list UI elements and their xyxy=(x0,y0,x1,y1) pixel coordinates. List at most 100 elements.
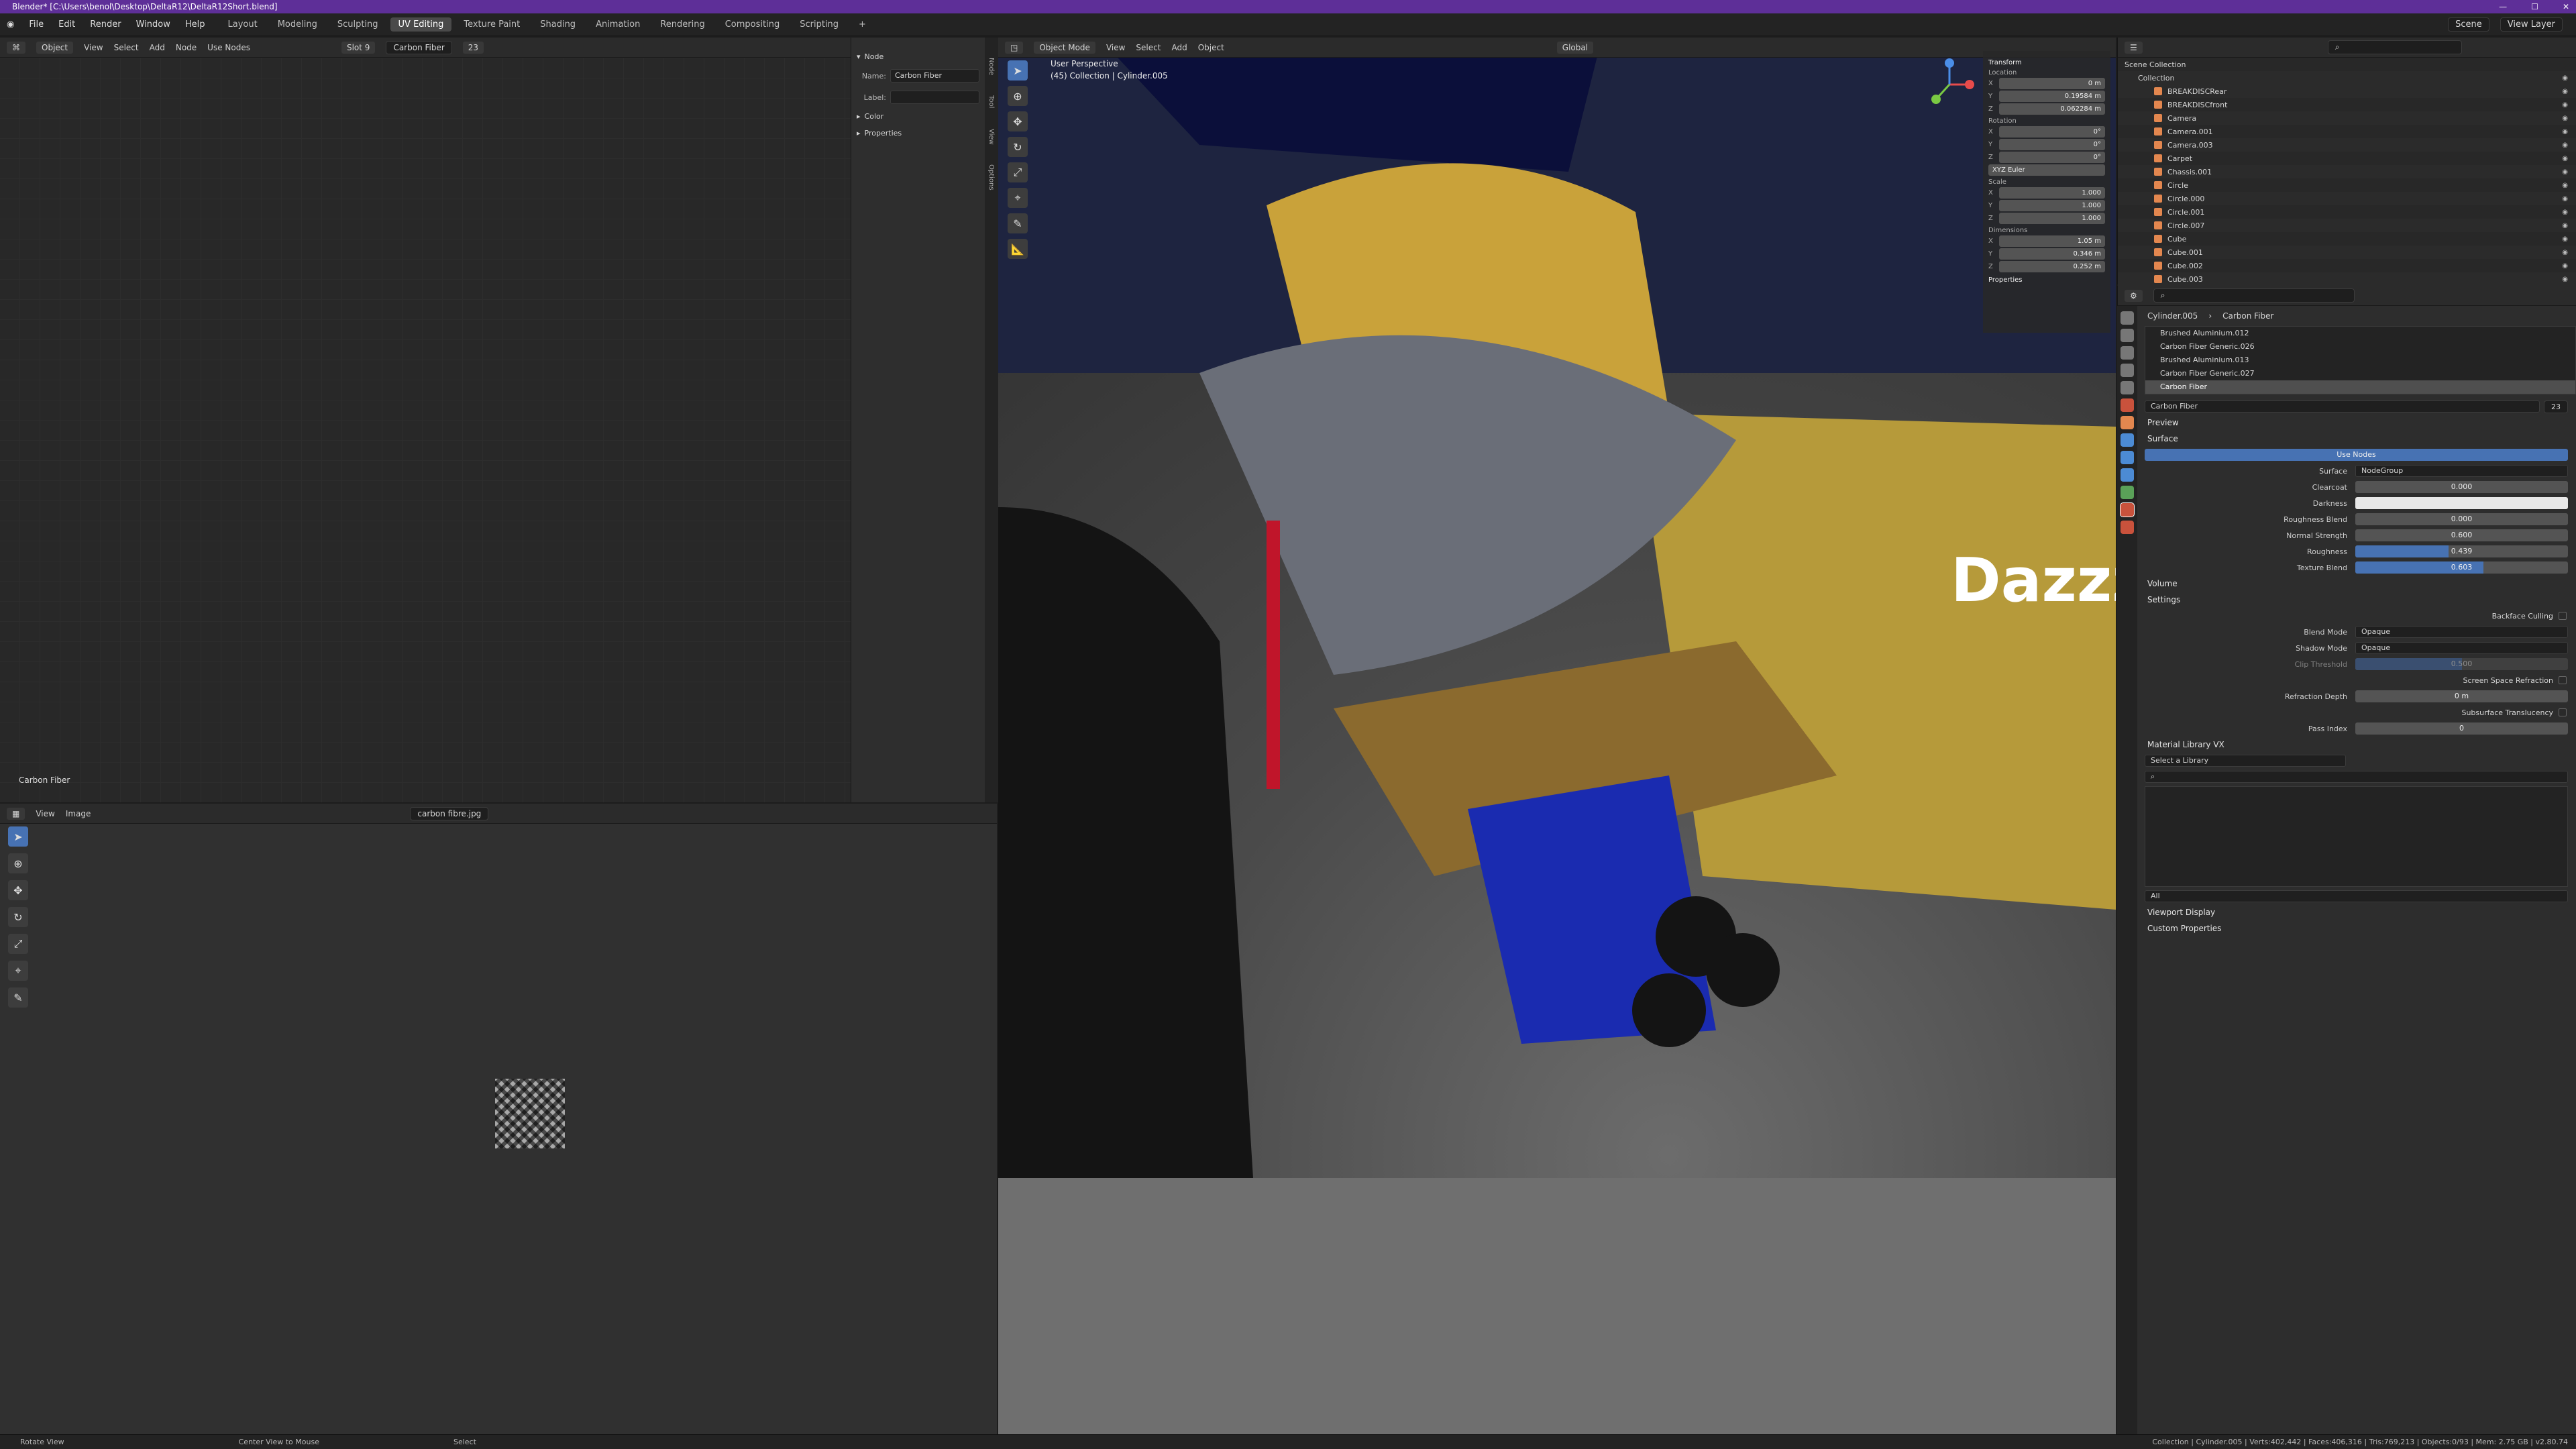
y-axis-handle[interactable] xyxy=(1931,95,1941,104)
material-users-count[interactable]: 23 xyxy=(462,41,484,54)
tab-view[interactable]: View xyxy=(987,129,995,145)
outliner-object-row[interactable]: Cube ◉ xyxy=(2118,232,2576,246)
tab-shading[interactable]: Shading xyxy=(532,17,584,32)
tab-tool[interactable]: Tool xyxy=(987,95,995,108)
outliner-search-input[interactable]: ⌕ xyxy=(2327,40,2462,54)
menu-select[interactable]: Select xyxy=(1136,43,1161,52)
tab-uv-editing[interactable]: UV Editing xyxy=(390,17,452,32)
scale-z-field[interactable]: 1.000 xyxy=(1999,213,2105,224)
visibility-eye-icon[interactable]: ◉ xyxy=(2562,115,2568,122)
custom-properties-panel-header[interactable]: Custom Properties xyxy=(2141,920,2576,936)
tab-options[interactable]: Options xyxy=(987,164,995,191)
visibility-eye-icon[interactable]: ◉ xyxy=(2562,222,2568,229)
tab-compositing[interactable]: Compositing xyxy=(717,17,788,32)
screen-space-refraction-checkbox[interactable]: Screen Space Refraction xyxy=(2141,672,2576,688)
visibility-eye-icon[interactable]: ◉ xyxy=(2562,88,2568,95)
location-z-field[interactable]: 0.062284 m xyxy=(1999,103,2105,115)
surface-panel-header[interactable]: Surface xyxy=(2141,431,2576,447)
properties-subpanel[interactable]: ▸ Properties xyxy=(857,129,979,138)
scene-tab-icon[interactable] xyxy=(2121,381,2134,394)
material-selector[interactable]: Carbon Fiber xyxy=(386,40,452,54)
menu-add[interactable]: Add xyxy=(150,43,165,52)
output-tab-icon[interactable] xyxy=(2121,346,2134,360)
rotate-tool-icon[interactable]: ↻ xyxy=(8,907,28,927)
library-list[interactable] xyxy=(2145,786,2568,887)
refraction-depth-field[interactable]: 0 m xyxy=(2355,690,2568,702)
scale-x-field[interactable]: 1.000 xyxy=(1999,187,2105,199)
tab-texture-paint[interactable]: Texture Paint xyxy=(455,17,528,32)
dimension-x-field[interactable]: 1.05 m xyxy=(1999,235,2105,247)
view-layer-selector[interactable]: View Layer xyxy=(2500,17,2563,32)
select-tool-icon[interactable]: ➤ xyxy=(1008,60,1028,80)
node-panel-header[interactable]: ▾ Node xyxy=(857,52,979,61)
outliner-object-row[interactable]: Chassis.001 ◉ xyxy=(2118,165,2576,178)
use-nodes-button[interactable]: Use Nodes xyxy=(2145,449,2568,461)
material-slot[interactable]: Carbon Fiber Generic.027 xyxy=(2145,367,2575,380)
material-tab-icon[interactable] xyxy=(2120,502,2135,517)
texture-tab-icon[interactable] xyxy=(2121,521,2134,534)
visibility-eye-icon[interactable]: ◉ xyxy=(2562,235,2568,243)
visibility-eye-icon[interactable]: ◉ xyxy=(2562,128,2568,136)
tool-tab-icon[interactable] xyxy=(2121,311,2134,325)
outliner-object-row[interactable]: BREAKDISCRear ◉ xyxy=(2118,85,2576,98)
rotate-tool-icon[interactable]: ↻ xyxy=(1008,137,1028,157)
cursor-tool-icon[interactable]: ⊕ xyxy=(8,853,28,873)
tab-node[interactable]: Node xyxy=(987,58,995,75)
visibility-eye-icon[interactable]: ◉ xyxy=(2562,155,2568,162)
object-mode-dropdown[interactable]: Object xyxy=(36,41,74,54)
outliner-object-row[interactable]: Cube.002 ◉ xyxy=(2118,259,2576,272)
preview-panel-header[interactable]: Preview xyxy=(2141,415,2576,431)
node-label-field[interactable] xyxy=(890,91,979,104)
move-tool-icon[interactable]: ✥ xyxy=(8,880,28,900)
rotation-z-field[interactable]: 0° xyxy=(1999,152,2105,163)
move-tool-icon[interactable]: ✥ xyxy=(1008,111,1028,131)
properties-subpanel[interactable]: Properties xyxy=(1988,276,2105,284)
menu-node[interactable]: Node xyxy=(176,43,197,52)
shader-input-slider[interactable]: 0.000 xyxy=(2355,513,2568,525)
tab-sculpting[interactable]: Sculpting xyxy=(329,17,386,32)
material-slot[interactable]: Brushed Aluminium.013 xyxy=(2145,354,2575,367)
use-nodes-checkbox[interactable]: Use Nodes xyxy=(207,43,250,52)
subsurface-translucency-checkbox[interactable]: Subsurface Translucency xyxy=(2141,704,2576,720)
select-tool-icon[interactable]: ➤ xyxy=(8,826,28,847)
outliner-object-row[interactable]: Circle.007 ◉ xyxy=(2118,219,2576,232)
scene-collection-row[interactable]: Scene Collection xyxy=(2118,58,2576,71)
dimension-z-field[interactable]: 0.252 m xyxy=(1999,261,2105,272)
backface-culling-checkbox[interactable]: Backface Culling xyxy=(2141,608,2576,624)
measure-tool-icon[interactable]: 📐 xyxy=(1008,239,1028,259)
visibility-eye-icon[interactable]: ◉ xyxy=(2562,262,2568,270)
menu-add[interactable]: Add xyxy=(1171,43,1187,52)
node-name-field[interactable]: Carbon Fiber xyxy=(890,69,979,83)
material-slot-selected[interactable]: Carbon Fiber xyxy=(2145,380,2575,394)
visibility-eye-icon[interactable]: ◉ xyxy=(2562,276,2568,283)
outliner-object-row[interactable]: BREAKDISCfront ◉ xyxy=(2118,98,2576,111)
menu-view[interactable]: View xyxy=(84,43,103,52)
material-slot-list[interactable]: Brushed Aluminium.012 Carbon Fiber Gener… xyxy=(2145,326,2576,394)
menu-view[interactable]: View xyxy=(1106,43,1125,52)
rotation-x-field[interactable]: 0° xyxy=(1999,126,2105,138)
visibility-eye-icon[interactable]: ◉ xyxy=(2562,182,2568,189)
transform-tool-icon[interactable]: ⌖ xyxy=(8,961,28,981)
menu-view[interactable]: View xyxy=(36,809,54,818)
menu-image[interactable]: Image xyxy=(66,809,91,818)
visibility-eye-icon[interactable]: ◉ xyxy=(2562,249,2568,256)
z-axis-handle[interactable] xyxy=(1945,58,1954,68)
shader-input-slider[interactable]: 0.000 xyxy=(2355,481,2568,493)
render-tab-icon[interactable] xyxy=(2121,329,2134,342)
add-workspace-button[interactable]: + xyxy=(851,17,874,32)
close-icon[interactable]: ✕ xyxy=(2563,0,2569,13)
physics-tab-icon[interactable] xyxy=(2121,468,2134,482)
material-users-count[interactable]: 23 xyxy=(2544,400,2568,413)
dimension-y-field[interactable]: 0.346 m xyxy=(1999,248,2105,260)
visibility-eye-icon[interactable]: ◉ xyxy=(2562,142,2568,149)
menu-window[interactable]: Window xyxy=(136,19,170,30)
editor-type-icon[interactable]: ▦ xyxy=(7,807,25,820)
rotation-y-field[interactable]: 0° xyxy=(1999,139,2105,150)
menu-help[interactable]: Help xyxy=(185,19,205,30)
location-y-field[interactable]: 0.19584 m xyxy=(1999,91,2105,102)
menu-edit[interactable]: Edit xyxy=(58,19,75,30)
outliner-object-row[interactable]: Circle.001 ◉ xyxy=(2118,205,2576,219)
pass-index-field[interactable]: 0 xyxy=(2355,722,2568,735)
blender-logo-icon[interactable]: ◉ xyxy=(7,19,14,30)
x-axis-handle[interactable] xyxy=(1965,80,1974,89)
